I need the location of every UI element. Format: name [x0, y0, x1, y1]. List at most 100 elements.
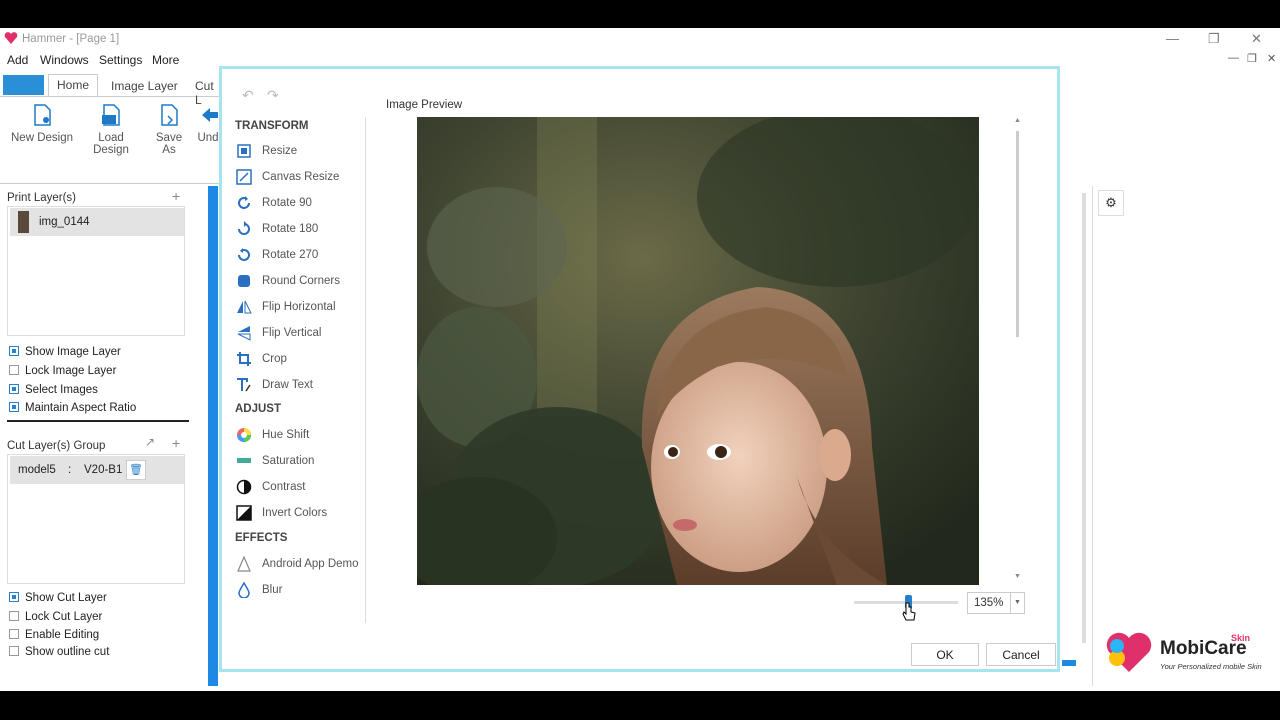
close-icon[interactable]: ✕ — [1251, 31, 1262, 47]
dialog-redo-icon[interactable]: ↷ — [267, 87, 279, 104]
import-cut-layer-icon[interactable]: ↗ — [145, 435, 155, 449]
rotate-270-icon — [238, 248, 250, 261]
show-cut-layer-label: Show Cut Layer — [25, 592, 107, 604]
tool-draw-text[interactable]: Draw Text — [236, 377, 313, 397]
menu-settings[interactable]: Settings — [99, 53, 142, 67]
right-panel: ⚙ — [1092, 186, 1280, 686]
maintain-aspect-ratio-checkbox[interactable]: Maintain Aspect Ratio — [9, 402, 136, 414]
mouse-cursor-icon — [902, 602, 916, 621]
checkbox-box — [9, 365, 19, 375]
flip-vertical-icon — [237, 326, 251, 341]
tool-label: Rotate 270 — [262, 249, 319, 262]
tool-android-app-demo[interactable]: Android App Demo — [236, 556, 359, 576]
properties-icon[interactable]: ⚙ — [1098, 190, 1124, 216]
doc-restore-icon[interactable]: ❐ — [1247, 52, 1257, 65]
tool-label: Saturation — [262, 455, 315, 468]
menu-more[interactable]: More — [152, 53, 179, 67]
scroll-thumb[interactable] — [1016, 131, 1019, 337]
tab-home[interactable]: Home — [48, 74, 99, 96]
layer-thumbnail — [18, 211, 29, 233]
tool-label: Flip Vertical — [262, 327, 322, 340]
resize-icon — [237, 144, 251, 158]
save-as-button[interactable]: Save As — [149, 104, 189, 156]
tool-label: Resize — [262, 145, 298, 158]
save-as-icon — [161, 104, 178, 126]
cut-layers-header: Cut Layer(s) Group — [7, 440, 106, 452]
tool-label: Hue Shift — [262, 429, 310, 442]
tool-label: Flip Horizontal — [262, 301, 336, 314]
transform-section-title: TRANSFORM — [235, 120, 309, 132]
select-images-checkbox[interactable]: Select Images — [9, 384, 98, 396]
print-layer-row[interactable]: img_0144 — [10, 208, 184, 236]
ok-button[interactable]: OK — [911, 643, 979, 666]
show-image-layer-checkbox[interactable]: Show Image Layer — [9, 346, 121, 358]
menu-windows[interactable]: Windows — [40, 53, 89, 67]
contrast-icon — [236, 479, 252, 495]
canvas-scrollbar[interactable] — [1082, 193, 1086, 643]
ribbon-tabs: Home Image Layer Cut L — [0, 72, 222, 107]
lock-cut-layer-checkbox[interactable]: Lock Cut Layer — [9, 611, 102, 623]
checkbox-box — [9, 384, 19, 394]
print-layer-name: img_0144 — [39, 216, 90, 228]
enable-editing-label: Enable Editing — [25, 629, 100, 641]
file-tab[interactable] — [3, 75, 44, 95]
restore-icon[interactable]: ❐ — [1208, 31, 1220, 47]
tool-label: Crop — [262, 353, 287, 366]
doc-minimize-icon[interactable]: — — [1228, 52, 1239, 64]
undo-button[interactable]: Und — [197, 104, 219, 144]
minimize-icon[interactable]: — — [1166, 31, 1179, 46]
enable-editing-checkbox[interactable]: Enable Editing — [9, 629, 99, 641]
chevron-down-icon[interactable]: ▼ — [1010, 593, 1024, 613]
tool-rotate-180[interactable]: Rotate 180 — [236, 221, 318, 241]
checkbox-box — [9, 629, 19, 639]
scroll-up-icon[interactable]: ▲ — [1014, 117, 1021, 124]
tool-round-corners[interactable]: Round Corners — [236, 273, 340, 293]
print-layers-header: Print Layer(s) — [7, 192, 77, 204]
menu-add[interactable]: Add — [7, 53, 28, 67]
add-cut-layer-icon[interactable]: + — [172, 435, 180, 451]
add-print-layer-icon[interactable]: + — [172, 188, 180, 204]
zoom-combobox[interactable]: 135% ▼ — [967, 592, 1025, 614]
lock-image-layer-label: Lock Image Layer — [25, 365, 117, 377]
blur-icon — [238, 582, 250, 598]
delete-icon[interactable]: 🗑 — [126, 460, 146, 480]
lock-image-layer-checkbox[interactable]: Lock Image Layer — [9, 365, 116, 377]
tool-blur[interactable]: Blur — [236, 582, 282, 602]
preview-vertical-scrollbar[interactable]: ▲ ▼ — [1014, 117, 1022, 587]
tool-canvas-resize[interactable]: Canvas Resize — [236, 169, 339, 189]
dialog-undo-icon[interactable]: ↶ — [242, 87, 254, 104]
zoom-value: 135% — [974, 597, 1004, 609]
tool-saturation[interactable]: Saturation — [236, 453, 314, 473]
tool-rotate-270[interactable]: Rotate 270 — [236, 247, 318, 267]
print-layers-list: img_0144 — [7, 206, 185, 336]
tool-flip-horizontal[interactable]: Flip Horizontal — [236, 299, 336, 319]
cut-layer-row[interactable]: model5 : V20-B1 🗑 — [10, 456, 184, 484]
tool-invert-colors[interactable]: Invert Colors — [236, 505, 327, 525]
save-as-label: Save As — [155, 132, 183, 156]
tool-resize[interactable]: Resize — [236, 143, 297, 163]
scroll-down-icon[interactable]: ▼ — [1014, 573, 1021, 580]
tab-cut-layer[interactable]: Cut L — [187, 76, 222, 107]
preview-photo — [417, 117, 979, 585]
cancel-button[interactable]: Cancel — [986, 643, 1056, 666]
checkbox-box — [9, 592, 19, 602]
load-design-button[interactable]: Load Design — [79, 104, 143, 156]
image-preview-label: Image Preview — [386, 99, 463, 111]
load-design-label: Load Design — [93, 132, 129, 156]
tool-label: Canvas Resize — [262, 171, 340, 184]
tool-label: Contrast — [262, 481, 306, 494]
tool-hue-shift[interactable]: Hue Shift — [236, 427, 309, 447]
new-design-button[interactable]: New Design — [11, 104, 73, 144]
doc-close-icon[interactable]: ✕ — [1267, 52, 1276, 65]
canvas-edge-bar — [208, 186, 218, 686]
round-corners-icon — [238, 275, 250, 287]
tool-contrast[interactable]: Contrast — [236, 479, 305, 499]
tool-rotate-90[interactable]: Rotate 90 — [236, 195, 312, 215]
tool-crop[interactable]: Crop — [236, 351, 287, 371]
canvas-resize-icon — [236, 169, 252, 185]
show-cut-layer-checkbox[interactable]: Show Cut Layer — [9, 592, 107, 604]
show-outline-cut-checkbox[interactable]: Show outline cut — [9, 646, 109, 658]
tool-flip-vertical[interactable]: Flip Vertical — [236, 325, 321, 345]
image-preview[interactable] — [417, 117, 979, 585]
tab-image-layer[interactable]: Image Layer — [103, 76, 186, 98]
